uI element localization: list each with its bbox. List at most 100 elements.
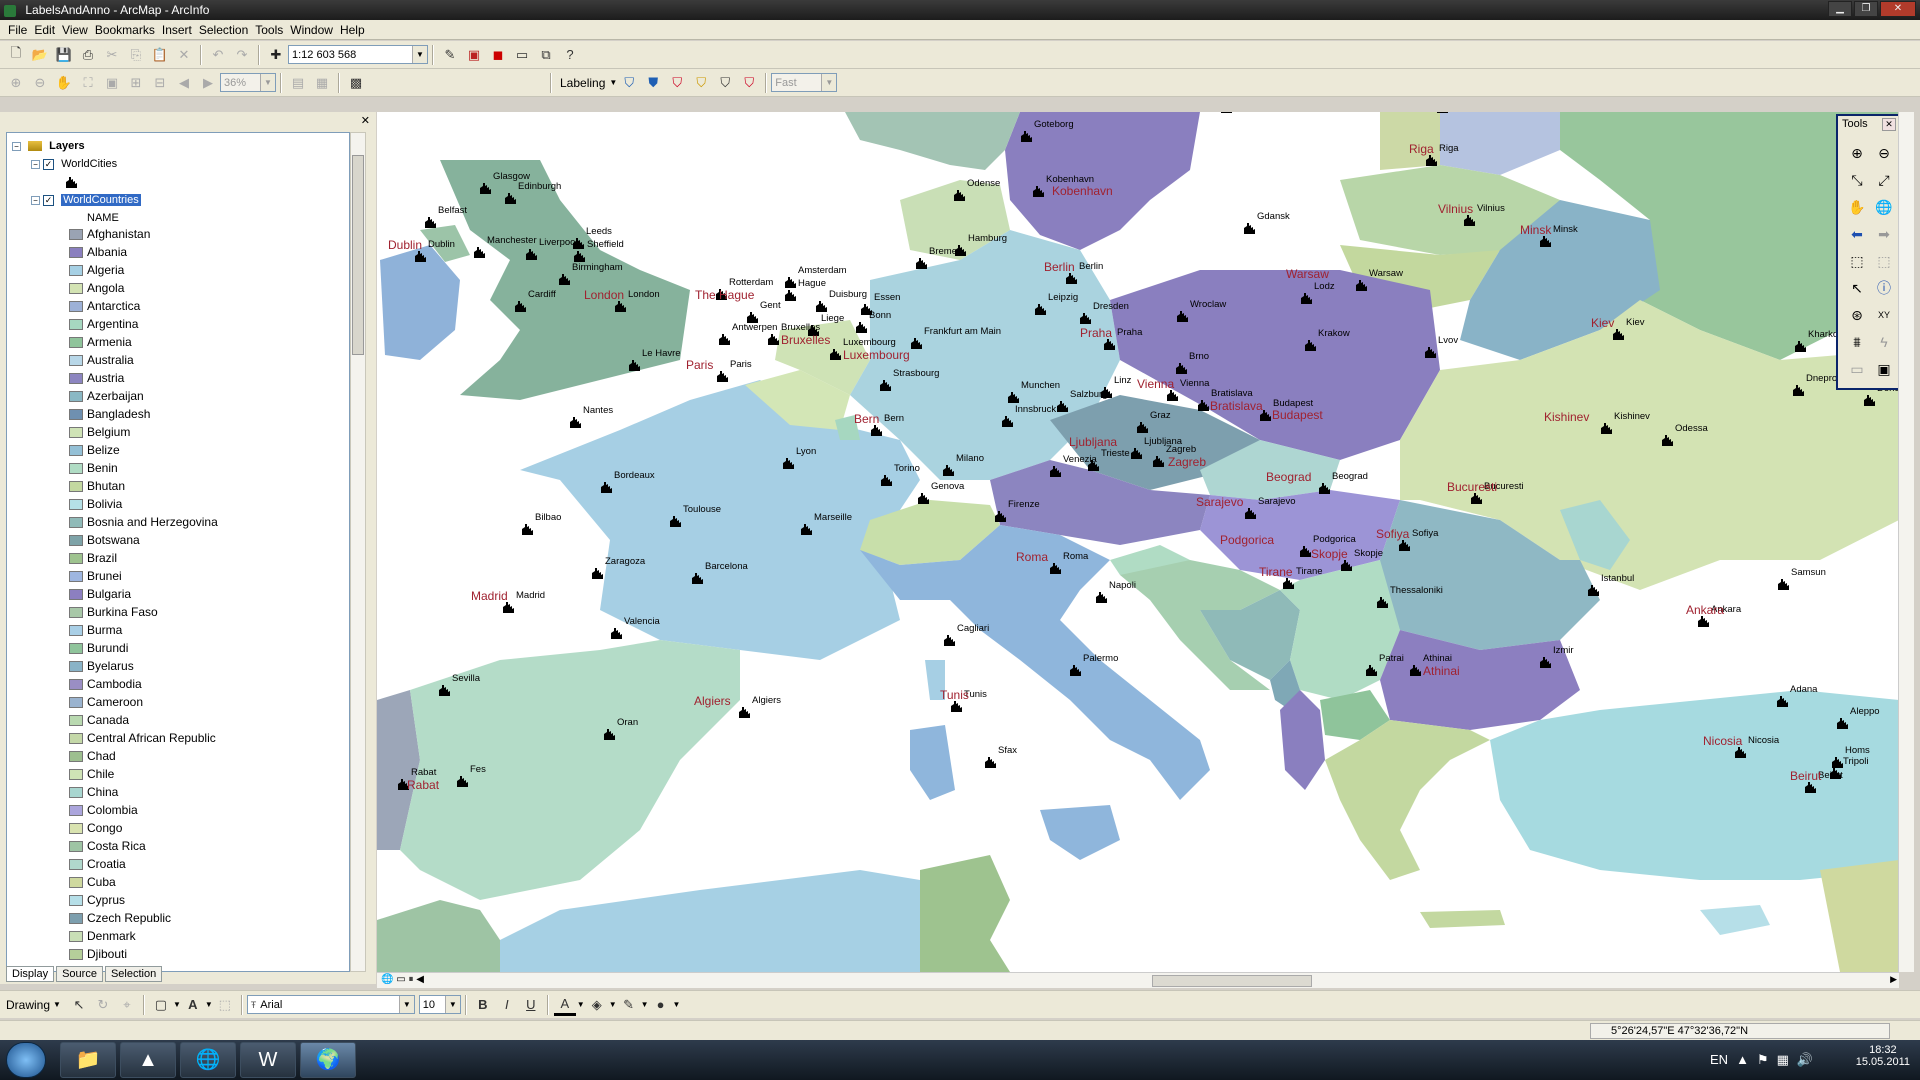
tab-selection[interactable]: Selection — [104, 966, 163, 982]
legend-row[interactable]: Denmark — [69, 929, 136, 943]
city-symbol-icon[interactable] — [1587, 584, 1601, 597]
legend-row[interactable]: Central African Republic — [69, 731, 216, 745]
labeling-menu[interactable]: Labeling — [560, 76, 605, 90]
toolbox-icon[interactable]: ◼ — [487, 44, 509, 66]
city-symbol-icon[interactable] — [569, 416, 583, 429]
legend-row[interactable]: Cameroon — [69, 695, 143, 709]
close-icon[interactable]: ✕ — [1882, 118, 1896, 131]
city-symbol-icon[interactable] — [1300, 292, 1314, 305]
menu-file[interactable]: File — [8, 23, 27, 37]
city-symbol-icon[interactable] — [521, 523, 535, 536]
map-horizontal-scrollbar[interactable]: 🌐 ▭ ⏸ ◀ ▶ — [377, 972, 1899, 988]
city-symbol-icon[interactable] — [1792, 384, 1806, 397]
start-button[interactable] — [6, 1042, 46, 1078]
fixed-zoom-in-icon[interactable]: ⤡ — [1844, 167, 1870, 193]
explorer-taskbar-icon[interactable]: 📁 — [60, 1042, 116, 1078]
city-symbol-icon[interactable] — [994, 510, 1008, 523]
focus-data-frame-icon[interactable]: ▦ — [311, 72, 333, 94]
city-symbol-icon[interactable] — [1176, 310, 1190, 323]
city-symbol-icon[interactable] — [1794, 340, 1808, 353]
toc-scrollbar[interactable] — [350, 132, 366, 972]
language-indicator[interactable]: EN — [1710, 1052, 1728, 1068]
redo-icon[interactable]: ↷ — [231, 44, 253, 66]
zoom-to-selected-icon[interactable]: ⌖ — [116, 994, 138, 1016]
hyperlink-icon[interactable]: ϟ — [1871, 329, 1897, 355]
marker-color-icon[interactable]: ● — [650, 994, 672, 1016]
underline-icon[interactable]: U — [520, 994, 542, 1016]
select-elements-icon[interactable]: ↖ — [68, 994, 90, 1016]
zoom-100-icon[interactable]: ▣ — [101, 72, 123, 94]
chevron-down-icon[interactable]: ▼ — [205, 1000, 213, 1009]
city-symbol-icon[interactable] — [738, 706, 752, 719]
add-data-icon[interactable]: ✚ — [265, 44, 287, 66]
pause-labeling-icon[interactable]: ⛉ — [714, 72, 736, 94]
rectangle-icon[interactable]: ▢ — [150, 994, 172, 1016]
new-document-icon[interactable]: 🗋 — [5, 44, 27, 66]
arctoolbox-icon[interactable]: ▣ — [463, 44, 485, 66]
city-symbol-icon[interactable] — [1661, 434, 1675, 447]
city-symbol-icon[interactable] — [1424, 346, 1438, 359]
legend-row[interactable]: Burkina Faso — [69, 605, 158, 619]
legend-row[interactable]: Belize — [69, 443, 120, 457]
model-builder-icon[interactable]: ⧉ — [535, 44, 557, 66]
time-slider-icon[interactable]: ▣ — [1871, 356, 1897, 382]
city-symbol-icon[interactable] — [1069, 664, 1083, 677]
city-symbol-icon[interactable] — [438, 684, 452, 697]
cut-icon[interactable]: ✂ — [101, 44, 123, 66]
find-icon[interactable]: ⊛ — [1844, 302, 1870, 328]
tab-source[interactable]: Source — [56, 966, 103, 982]
close-button[interactable]: ✕ — [1880, 1, 1916, 17]
legend-row[interactable]: Canada — [69, 713, 129, 727]
menu-bookmarks[interactable]: Bookmarks — [95, 23, 155, 37]
flag-icon[interactable]: ⚑ — [1757, 1052, 1769, 1068]
legend-row[interactable]: Azerbaijan — [69, 389, 144, 403]
browser-taskbar-icon[interactable]: 🌐 — [180, 1042, 236, 1078]
collapse-icon[interactable]: − — [31, 159, 40, 169]
chevron-down-icon[interactable]: ▼ — [577, 1000, 585, 1009]
label-manager-icon[interactable]: ⛉ — [618, 72, 640, 94]
city-symbol-icon[interactable] — [473, 246, 487, 259]
city-symbol-icon[interactable] — [910, 337, 924, 350]
chevron-down-icon[interactable]: ▼ — [641, 1000, 649, 1009]
fixed-zoom-out-icon[interactable]: ⤢ — [1871, 167, 1897, 193]
layers-root[interactable]: − Layers — [12, 137, 85, 155]
city-symbol-icon[interactable] — [1032, 185, 1046, 198]
network-icon[interactable]: ▦ — [1777, 1052, 1789, 1068]
legend-row[interactable]: Australia — [69, 353, 134, 367]
zoom-out-page-icon[interactable]: ⊖ — [29, 72, 51, 94]
city-symbol-icon[interactable] — [1776, 695, 1790, 708]
menu-selection[interactable]: Selection — [199, 23, 248, 37]
city-symbol-icon[interactable] — [855, 321, 869, 334]
city-symbol-icon[interactable] — [525, 248, 539, 261]
city-symbol-icon[interactable] — [1600, 422, 1614, 435]
layer-visibility-checkbox[interactable]: ✓ — [43, 158, 55, 170]
city-symbol-icon[interactable] — [504, 192, 518, 205]
label-weight-icon[interactable]: ⛉ — [666, 72, 688, 94]
legend-row[interactable]: Belgium — [69, 425, 130, 439]
city-symbol-icon[interactable] — [1304, 339, 1318, 352]
identify-icon[interactable]: ⓘ — [1871, 275, 1897, 301]
collapse-icon[interactable]: − — [12, 141, 21, 151]
text-icon[interactable]: A — [182, 994, 204, 1016]
city-symbol-icon[interactable] — [424, 216, 438, 229]
menu-view[interactable]: View — [62, 23, 88, 37]
legend-row[interactable]: Bulgaria — [69, 587, 131, 601]
map-vertical-scrollbar[interactable] — [1898, 112, 1914, 972]
toggle-draft-mode-icon[interactable]: ▤ — [287, 72, 309, 94]
city-symbol-icon[interactable] — [1243, 222, 1257, 235]
pan-icon[interactable]: ✋ — [1844, 194, 1870, 220]
city-symbol-icon[interactable] — [829, 348, 843, 361]
city-symbol-icon[interactable] — [784, 276, 798, 289]
legend-row[interactable]: Afghanistan — [69, 227, 150, 241]
menu-insert[interactable]: Insert — [162, 23, 192, 37]
city-symbol-icon[interactable] — [610, 627, 624, 640]
html-popup-icon[interactable]: ▭ — [1844, 356, 1870, 382]
legend-row[interactable]: Brunei — [69, 569, 122, 583]
copy-icon[interactable]: ⎘ — [125, 44, 147, 66]
next-extent-icon[interactable]: ➡ — [1871, 221, 1897, 247]
editor-toolbar-icon[interactable]: ✎ — [439, 44, 461, 66]
city-symbol-icon[interactable] — [1355, 279, 1369, 292]
city-symbol-icon[interactable] — [1079, 312, 1093, 325]
previous-extent-icon[interactable]: ⬅ — [1844, 221, 1870, 247]
go-to-xy-icon[interactable]: XY — [1871, 302, 1897, 328]
